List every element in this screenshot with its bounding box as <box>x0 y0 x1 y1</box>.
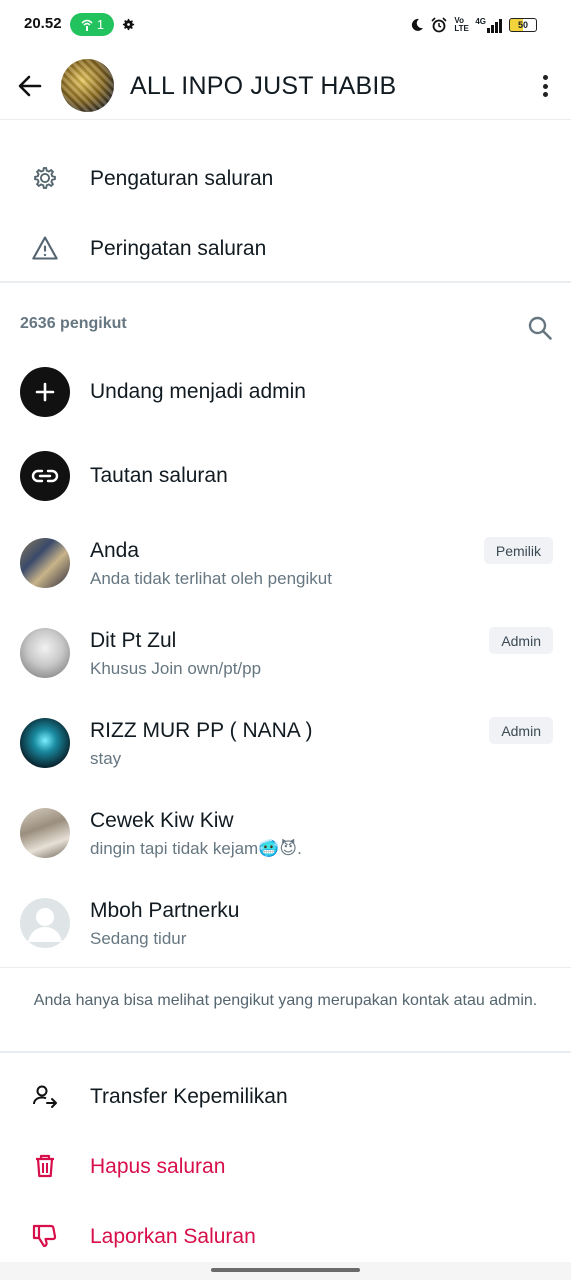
section-divider <box>0 281 571 283</box>
status-icons: Vo LTE 4G 50 <box>410 14 537 36</box>
role-badge: Pemilik <box>483 537 553 564</box>
network-label: 4G <box>475 17 486 26</box>
default-avatar-icon <box>28 908 62 942</box>
status-bar: 20.52 1 Vo LTE 4G 50 <box>0 0 571 50</box>
channel-link-icon-wrap <box>20 451 70 501</box>
moon-icon <box>412 18 424 31</box>
avatar <box>20 808 70 858</box>
channel-title: ALL INPO JUST HABIB <box>130 72 397 100</box>
avatar <box>20 628 70 678</box>
member-row[interactable]: Cewek Kiw Kiw dingin tapi tidak kejam🥶😈. <box>0 805 571 895</box>
more-vertical-icon[interactable] <box>537 74 553 98</box>
gear-icon <box>34 167 56 189</box>
report-channel-label: Laporkan Saluran <box>90 1225 256 1248</box>
section-divider <box>0 967 571 968</box>
plus-icon <box>35 382 55 402</box>
avatar <box>20 538 70 588</box>
channel-link-label: Tautan saluran <box>90 464 228 487</box>
member-name: Dit Pt Zul <box>90 629 177 652</box>
hotspot-count: 1 <box>96 17 105 32</box>
volte-icon: Vo LTE <box>454 16 469 33</box>
channel-avatar[interactable] <box>61 59 114 112</box>
member-status: dingin tapi tidak kejam🥶😈. <box>90 839 302 858</box>
link-icon <box>31 469 59 483</box>
member-row[interactable]: Anda Anda tidak terlihat oleh pengikut P… <box>0 535 571 625</box>
delete-channel-label: Hapus saluran <box>90 1155 226 1178</box>
battery-icon: 50 <box>509 18 537 32</box>
status-time: 20.52 <box>24 15 62 32</box>
member-status: stay <box>90 749 122 768</box>
member-status: Sedang tidur <box>90 929 187 948</box>
alarm-icon <box>431 17 447 33</box>
channel-settings-item[interactable]: Pengaturan saluran <box>0 143 571 213</box>
channel-alerts-item[interactable]: Peringatan saluran <box>0 213 571 283</box>
home-gesture-handle[interactable] <box>211 1268 360 1272</box>
arrow-left-icon[interactable] <box>16 72 44 100</box>
warning-icon <box>32 236 58 260</box>
system-nav-bar <box>0 1262 571 1280</box>
privacy-note: Anda hanya bisa melihat pengikut yang me… <box>33 992 538 1009</box>
member-status: Khusus Join own/pt/pp <box>90 659 262 678</box>
channel-alerts-label: Peringatan saluran <box>90 237 267 260</box>
invite-admin-label: Undang menjadi admin <box>90 380 306 403</box>
followers-count: 2636 pengikut <box>20 315 127 332</box>
hotspot-icon <box>81 19 93 31</box>
role-badge: Admin <box>489 627 553 654</box>
report-channel-item[interactable]: Laporkan Saluran <box>0 1201 571 1271</box>
thumbs-down-icon <box>32 1224 57 1248</box>
member-name: Cewek Kiw Kiw <box>90 809 234 832</box>
member-row[interactable]: RIZZ MUR PP ( NANA ) stay Admin <box>0 715 571 805</box>
transfer-user-icon <box>33 1085 57 1108</box>
role-badge: Admin <box>489 717 553 744</box>
member-row[interactable]: Mboh Partnerku Sedang tidur <box>0 895 571 985</box>
settings-gear-icon <box>122 18 135 31</box>
trash-icon <box>36 1154 54 1178</box>
member-status: Anda tidak terlihat oleh pengikut <box>90 569 332 588</box>
app-header: ALL INPO JUST HABIB <box>0 50 571 120</box>
hotspot-pill[interactable]: 1 <box>70 13 114 36</box>
transfer-ownership-item[interactable]: Transfer Kepemilikan <box>0 1061 571 1131</box>
invite-admin-icon-wrap <box>20 367 70 417</box>
member-name: Anda <box>90 539 140 562</box>
signal-icon: 4G <box>475 17 502 33</box>
avatar <box>20 898 70 948</box>
avatar <box>20 718 70 768</box>
search-icon[interactable] <box>527 315 553 341</box>
member-name: RIZZ MUR PP ( NANA ) <box>90 719 313 742</box>
channel-settings-label: Pengaturan saluran <box>90 167 274 190</box>
transfer-ownership-label: Transfer Kepemilikan <box>90 1085 288 1108</box>
member-name: Mboh Partnerku <box>90 899 240 922</box>
section-divider <box>0 1051 571 1053</box>
battery-level: 50 <box>517 20 528 30</box>
delete-channel-item[interactable]: Hapus saluran <box>0 1131 571 1201</box>
member-row[interactable]: Dit Pt Zul Khusus Join own/pt/pp Admin <box>0 625 571 715</box>
